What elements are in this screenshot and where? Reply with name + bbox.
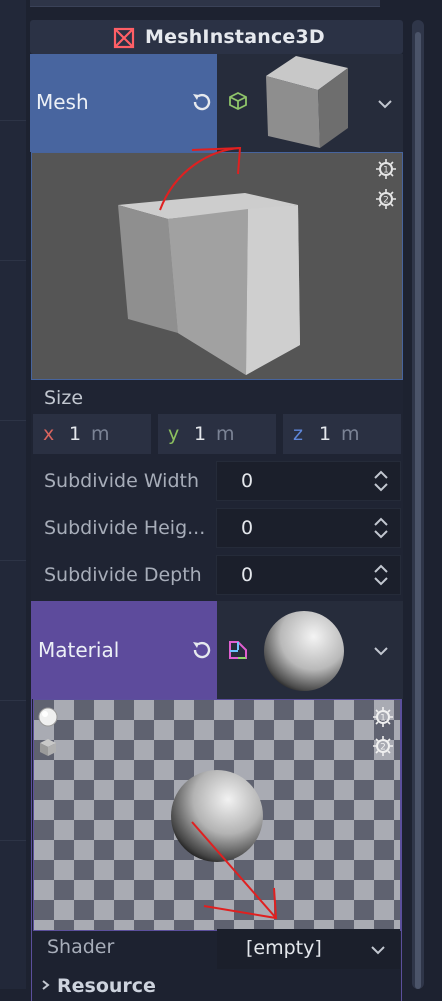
- reload-icon[interactable]: [189, 90, 213, 114]
- sphere-preview-icon[interactable]: [37, 706, 59, 728]
- subdivide-width-spinbox[interactable]: 0: [216, 461, 401, 501]
- size-x-value: 1: [69, 423, 82, 445]
- svg-text:2: 2: [380, 743, 386, 753]
- axis-x-label: x: [43, 423, 55, 445]
- subdivide-width-value: 0: [241, 470, 254, 492]
- shader-value: [empty]: [246, 937, 322, 959]
- resource-section-header[interactable]: Resource: [57, 975, 156, 997]
- annotation-arrow: [159, 146, 242, 211]
- size-x-field[interactable]: x 1 m: [33, 414, 151, 454]
- size-y-value: 1: [194, 423, 207, 445]
- subdivide-height-label: Subdivide Heig...: [44, 517, 206, 539]
- svg-text:2: 2: [383, 196, 389, 206]
- light-1-icon[interactable]: 1: [372, 706, 394, 728]
- chevron-right-icon[interactable]: [40, 979, 52, 991]
- material-thumbnail[interactable]: [262, 609, 346, 693]
- annotation-arrow: [191, 821, 278, 920]
- subdivide-height-value: 0: [241, 517, 254, 539]
- mesh-property-label: Mesh: [36, 90, 89, 114]
- light-1-icon[interactable]: 1: [375, 158, 397, 180]
- size-y-field[interactable]: y 1 m: [158, 414, 276, 454]
- subdivide-depth-label: Subdivide Depth: [44, 564, 202, 586]
- size-z-unit: m: [341, 423, 360, 445]
- subdivide-depth-value: 0: [241, 564, 254, 586]
- up-down-arrows-icon[interactable]: [372, 563, 390, 587]
- mesh-thumbnail[interactable]: [262, 56, 350, 150]
- left-gutter: [0, 0, 26, 989]
- light-2-icon[interactable]: 2: [372, 735, 394, 757]
- size-z-field[interactable]: z 1 m: [283, 414, 401, 454]
- shader-label: Shader: [47, 936, 115, 958]
- scrollbar-thumb[interactable]: [415, 32, 421, 989]
- subdivide-depth-spinbox[interactable]: 0: [216, 555, 401, 595]
- box-preview-icon[interactable]: [37, 736, 59, 758]
- axis-y-label: y: [168, 423, 180, 445]
- material-property-label: Material: [38, 638, 120, 662]
- size-z-value: 1: [319, 423, 332, 445]
- node-type-title: MeshInstance3D: [145, 26, 325, 48]
- svg-text:1: 1: [380, 714, 386, 724]
- light-2-icon[interactable]: 2: [375, 188, 397, 210]
- svg-text:1: 1: [383, 166, 389, 176]
- up-down-arrows-icon[interactable]: [372, 469, 390, 493]
- standard-material-icon: [229, 641, 247, 659]
- inspector-scrollbar[interactable]: [412, 20, 424, 989]
- chevron-down-icon[interactable]: [377, 98, 393, 110]
- axis-z-label: z: [293, 423, 303, 445]
- chevron-down-icon[interactable]: [370, 944, 386, 956]
- reload-icon[interactable]: [189, 638, 213, 662]
- size-label: Size: [44, 387, 84, 409]
- box-mesh-icon: [229, 91, 247, 111]
- size-y-unit: m: [216, 423, 235, 445]
- top-strip: [30, 0, 380, 7]
- subdivide-height-spinbox[interactable]: 0: [216, 508, 401, 548]
- size-x-unit: m: [91, 423, 110, 445]
- mesh-instance-3d-icon: [113, 27, 135, 49]
- subdivide-width-label: Subdivide Width: [44, 470, 200, 492]
- chevron-down-icon[interactable]: [373, 645, 389, 657]
- up-down-arrows-icon[interactable]: [372, 516, 390, 540]
